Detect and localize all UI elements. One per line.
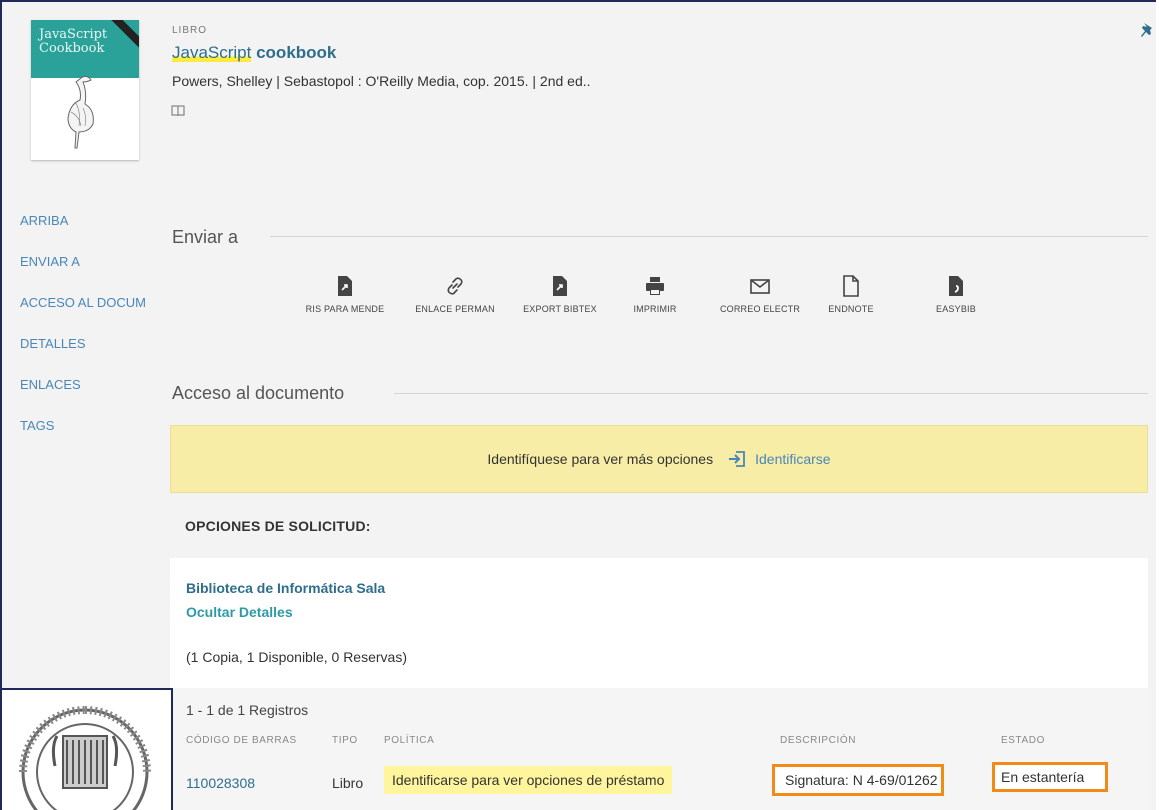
- holding-library: Biblioteca de Informática Sala: [186, 580, 386, 596]
- title-rest[interactable]: cookbook: [251, 43, 336, 62]
- email-icon: [750, 279, 770, 294]
- easybib-icon: [949, 276, 963, 296]
- send-bibtex-label: EXPORT BIBTEX: [523, 304, 597, 314]
- record-title[interactable]: JavaScript cookbook: [172, 43, 336, 63]
- item-description: Signatura: N 4-69/01262: [772, 764, 944, 796]
- send-print-label: IMPRIMIR: [633, 304, 677, 314]
- send-print-button[interactable]: IMPRIMIR: [610, 275, 700, 314]
- cover-title: JavaScript Cookbook: [39, 28, 107, 56]
- column-header-policy: POLÍTICA: [384, 735, 435, 746]
- link-icon: [447, 277, 463, 295]
- column-header-barcode: CÓDIGO DE BARRAS: [186, 735, 297, 746]
- pin-icon[interactable]: [1140, 22, 1154, 40]
- access-title: Acceso al documento: [172, 383, 345, 403]
- nav-item-enlaces[interactable]: ENLACES: [20, 376, 170, 417]
- send-to-title: Enviar a: [172, 227, 239, 247]
- send-bibtex-button[interactable]: EXPORT BIBTEX: [515, 275, 605, 314]
- send-permalink-button[interactable]: ENLACE PERMAN: [410, 275, 500, 314]
- item-barcode[interactable]: 110028308: [186, 775, 255, 791]
- login-link[interactable]: Identificarse: [727, 449, 831, 469]
- sign-in-icon: [729, 451, 746, 467]
- send-ris-button[interactable]: RIS PARA MENDE: [300, 275, 390, 314]
- send-email-label: CORREO ELECTR: [719, 304, 801, 314]
- hide-details-link[interactable]: Ocultar Detalles: [186, 604, 293, 620]
- holding-panel: Biblioteca de Informática Sala Ocultar D…: [170, 558, 1148, 810]
- access-divider: [394, 393, 1148, 394]
- column-header-type: TIPO: [332, 735, 358, 746]
- column-header-description: DESCRIPCIÓN: [780, 735, 857, 746]
- cover-title-line2: Cookbook: [39, 41, 105, 56]
- send-endnote-label: ENDNOTE: [828, 304, 874, 314]
- nav-item-arriba[interactable]: ARRIBA: [20, 212, 170, 253]
- item-policy: Identificarse para ver opciones de prést…: [384, 766, 673, 794]
- send-permalink-label: ENLACE PERMAN: [415, 304, 495, 314]
- cover-title-line1: JavaScript: [39, 27, 108, 42]
- send-to-divider: [270, 236, 1148, 237]
- items-table: 1 - 1 de 1 Registros CÓDIGO DE BARRAS TI…: [170, 688, 1148, 810]
- university-seal-panel: [0, 688, 173, 810]
- heron-illustration: [67, 75, 94, 149]
- book-icon: [171, 105, 185, 117]
- login-banner: Identifíquese para ver más opciones Iden…: [170, 425, 1148, 493]
- send-easybib-button[interactable]: EASYBIB: [911, 275, 1001, 314]
- record-type: LIBRO: [172, 25, 208, 36]
- send-ris-label: RIS PARA MENDE: [305, 304, 385, 314]
- nav-item-acceso-al-documento[interactable]: ACCESO AL DOCUM: [20, 294, 170, 335]
- request-options-label: OPCIONES DE SOLICITUD:: [185, 518, 371, 534]
- send-easybib-label: EASYBIB: [936, 304, 976, 314]
- bibtex-icon: [553, 276, 567, 296]
- item-type: Libro: [332, 775, 364, 791]
- records-range: 1 - 1 de 1 Registros: [186, 702, 309, 718]
- column-header-status: ESTADO: [1001, 735, 1045, 746]
- print-icon: [646, 277, 664, 295]
- endnote-icon: [843, 275, 859, 297]
- item-status: En estantería: [992, 762, 1108, 792]
- ris-icon: [338, 276, 352, 296]
- nav-item-enviar-a[interactable]: ENVIAR A: [20, 253, 170, 294]
- login-label[interactable]: Identificarse: [755, 451, 830, 467]
- nav-item-detalles[interactable]: DETALLES: [20, 335, 170, 376]
- book-cover[interactable]: JavaScript Cookbook: [31, 20, 139, 160]
- availability-summary: (1 Copia, 1 Disponible, 0 Reservas): [186, 649, 407, 665]
- title-highlighted-term[interactable]: JavaScript: [172, 43, 252, 62]
- send-endnote-button[interactable]: ENDNOTE: [806, 275, 896, 314]
- nav-item-tags[interactable]: TAGS: [20, 417, 170, 458]
- login-prompt: Identifíquese para ver más opciones: [487, 451, 714, 467]
- section-nav: ARRIBA ENVIAR A ACCESO AL DOCUM DETALLES…: [20, 212, 170, 458]
- send-email-button[interactable]: CORREO ELECTR: [715, 275, 805, 314]
- university-seal-logo: [19, 706, 151, 810]
- record-metadata: Powers, Shelley | Sebastopol : O'Reilly …: [172, 73, 591, 89]
